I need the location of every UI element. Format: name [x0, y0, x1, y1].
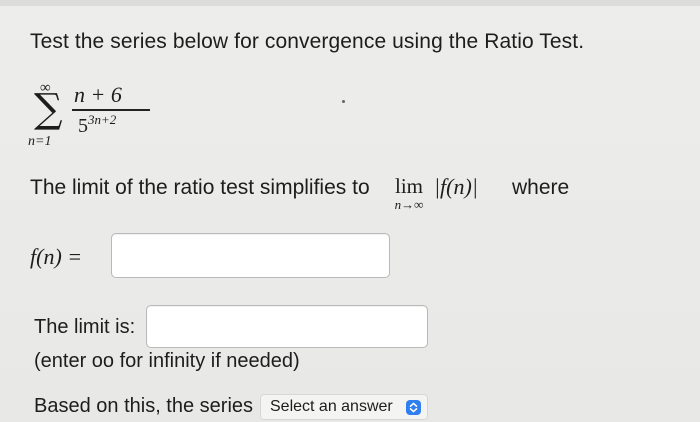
series-expression: ∞ ∑ n=1 n + 6 53n+2: [22, 80, 172, 160]
question-instruction: Test the series below for convergence us…: [30, 30, 585, 53]
stray-dot: [342, 100, 345, 103]
limit-statement-suffix: where: [512, 176, 570, 199]
fn-label: f(n) =: [30, 244, 83, 269]
fraction-numerator: n + 6: [74, 82, 122, 107]
fraction-denominator: 53n+2: [78, 112, 116, 138]
sigma-symbol: ∑: [34, 86, 63, 132]
limit-statement-prefix: The limit of the ratio test simplifies t…: [30, 176, 370, 199]
denominator-base: 5: [78, 115, 88, 137]
infinity-hint: (enter oo for infinity if needed): [34, 350, 300, 372]
fn-input[interactable]: [111, 233, 390, 278]
conclusion-select[interactable]: Select an answer: [260, 394, 428, 420]
abs-fn-expression: |f(n)|: [434, 174, 478, 199]
limit-input[interactable]: [146, 305, 428, 348]
select-updown-icon: [406, 400, 421, 415]
limit-label: The limit is:: [34, 316, 136, 338]
sum-lower-limit: n=1: [28, 134, 52, 149]
select-value: Select an answer: [270, 398, 393, 415]
limit-operator: lim n→∞: [384, 174, 434, 213]
fraction-bar: [72, 109, 150, 111]
lim-word: lim: [394, 174, 423, 198]
lim-subscript: n→∞: [394, 197, 424, 212]
conclusion-label: Based on this, the series: [34, 395, 254, 417]
denominator-exponent: 3n+2: [88, 112, 117, 127]
